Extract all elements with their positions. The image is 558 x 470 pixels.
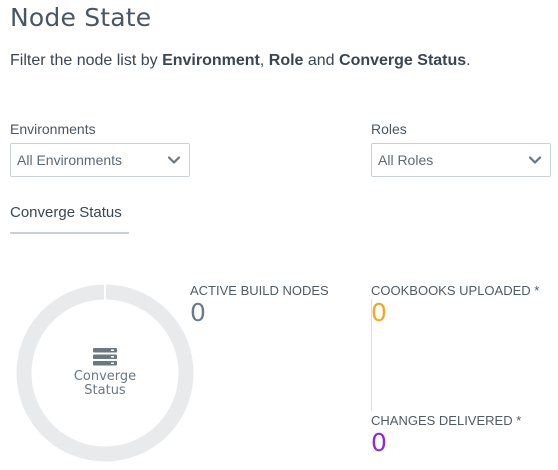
changes-delivered-label: CHANGES DELIVERED * [371, 413, 522, 428]
subtitle-separator-1: , [259, 52, 269, 69]
server-stack-icon [93, 348, 117, 366]
page-title: Node State [10, 3, 152, 32]
subtitle-prefix: Filter the node list by [10, 52, 163, 69]
active-build-nodes-value: 0 [190, 298, 206, 327]
chevron-down-icon [528, 156, 542, 164]
environments-label: Environments [10, 121, 96, 137]
donut-label-line2: Status [84, 383, 126, 398]
subtitle-environment: Environment [162, 52, 260, 69]
environments-select[interactable]: All Environments [10, 143, 190, 177]
chevron-down-icon [167, 156, 181, 164]
tab-converge-status-label: Converge Status [10, 204, 122, 221]
page-subtitle: Filter the node list by Environment, Rol… [10, 52, 471, 70]
subtitle-suffix: . [466, 52, 471, 69]
donut-center-label: Converge Status [60, 370, 150, 398]
subtitle-separator-2: and [303, 52, 340, 69]
donut-label-line1: Converge [73, 369, 137, 384]
environments-select-value: All Environments [17, 152, 123, 168]
roles-select-value: All Roles [378, 152, 434, 168]
subtitle-role: Role [268, 52, 304, 69]
cookbooks-uploaded-value: 0 [371, 298, 387, 327]
roles-label: Roles [371, 121, 407, 137]
roles-select[interactable]: All Roles [371, 143, 551, 177]
subtitle-converge-status: Converge Status [339, 52, 467, 69]
tab-converge-status[interactable]: Converge Status [10, 204, 129, 234]
changes-delivered-value: 0 [371, 428, 387, 457]
active-build-nodes-label: ACTIVE BUILD NODES [190, 283, 329, 298]
cookbooks-uploaded-label: COOKBOOKS UPLOADED * [371, 283, 540, 298]
